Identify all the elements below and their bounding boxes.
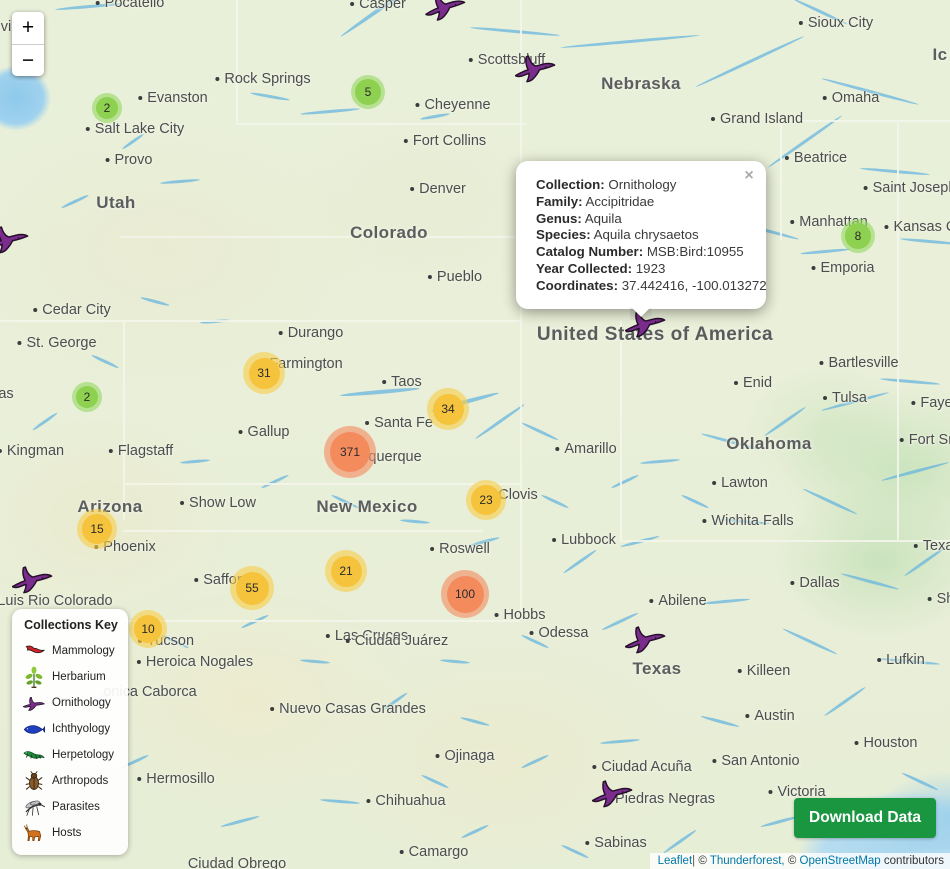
zoom-in-button[interactable]: + — [12, 12, 44, 44]
ornithology-specimen-marker[interactable] — [589, 774, 635, 810]
popup-field-label: Catalog Number: — [536, 244, 644, 260]
mosquito-icon — [22, 796, 46, 818]
deer-icon — [22, 822, 46, 844]
legend-item-herpetology[interactable]: Herpetology — [22, 742, 120, 768]
legend-item-ichthyology[interactable]: Ichthyology — [22, 716, 120, 742]
popup-field-label: Family: — [536, 193, 583, 209]
legend-item-hosts[interactable]: Hosts — [22, 820, 120, 846]
copyright-symbol-2: © — [787, 855, 797, 867]
cluster-marker[interactable]: 8 — [841, 219, 875, 253]
cluster-marker[interactable]: 21 — [325, 550, 367, 592]
cluster-count: 5 — [355, 79, 381, 105]
legend-item-parasites[interactable]: Parasites — [22, 794, 120, 820]
specimen-popup: × Collection: Ornithology Family: Accipit… — [516, 161, 767, 309]
cluster-count: 2 — [96, 97, 118, 119]
cluster-count: 55 — [235, 571, 269, 605]
popup-field-label: Coordinates: — [536, 277, 619, 293]
popup-field-row: Family: Accipitridae — [536, 194, 748, 211]
legend-item-label: Herpetology — [52, 749, 115, 761]
cluster-count: 10 — [134, 615, 162, 643]
collections-key-legend: Collections Key Mammology Herbarium Ornith… — [12, 609, 128, 855]
cluster-marker[interactable]: 34 — [427, 388, 469, 430]
ornithology-specimen-marker[interactable] — [622, 620, 668, 656]
cluster-count: 34 — [432, 393, 464, 425]
cluster-marker[interactable]: 31 — [243, 352, 285, 394]
attribution-separator: | — [692, 855, 696, 867]
legend-item-label: Mammology — [52, 645, 115, 657]
bat-icon — [22, 640, 46, 662]
hummingbird-icon — [22, 692, 46, 714]
cluster-count: 100 — [446, 575, 484, 613]
popup-tip — [630, 308, 652, 320]
popup-field-label: Year Collected: — [536, 260, 633, 276]
popup-field-value: Aquila — [581, 210, 622, 226]
popup-field-value: MSB:Bird:10955 — [643, 244, 744, 260]
cluster-count: 15 — [82, 514, 112, 544]
cluster-marker[interactable]: 23 — [466, 480, 506, 520]
cluster-count: 31 — [248, 357, 280, 389]
ornithology-specimen-marker[interactable] — [0, 220, 31, 256]
legend-item-label: Parasites — [52, 801, 100, 813]
fish-icon — [22, 718, 46, 740]
zoom-control[interactable]: + − — [12, 12, 44, 76]
cluster-count: 8 — [845, 223, 871, 249]
popup-field-label: Genus: — [536, 210, 582, 226]
popup-field-label: Collection: — [536, 177, 605, 192]
popup-field-label: Species: — [536, 227, 591, 243]
popup-field-row: Genus: Aquila — [536, 211, 748, 228]
plant-icon — [22, 666, 46, 688]
popup-field-value: Accipitridae — [582, 193, 655, 209]
popup-field-row: Catalog Number: MSB:Bird:10955 — [536, 244, 748, 261]
legend-item-label: Hosts — [52, 827, 82, 839]
popup-field-value: 1923 — [632, 260, 666, 276]
cluster-count: 23 — [471, 485, 501, 515]
cluster-marker[interactable]: 2 — [72, 382, 102, 412]
legend-item-arthropods[interactable]: Arthropods — [22, 768, 120, 794]
map-attribution: Leaflet| © Thunderforest, © OpenStreetMa… — [649, 853, 950, 869]
legend-item-herbarium[interactable]: Herbarium — [22, 664, 120, 690]
hydrography-layer — [0, 0, 950, 869]
thunderforest-link[interactable]: Thunderforest, — [710, 855, 785, 867]
cluster-marker[interactable]: 2 — [92, 93, 122, 123]
cluster-count: 371 — [330, 432, 370, 472]
legend-item-ornithology[interactable]: Ornithology — [22, 690, 120, 716]
legend-item-label: Ichthyology — [52, 723, 111, 735]
legend-item-mammology[interactable]: Mammology — [22, 638, 120, 664]
cluster-marker[interactable]: 15 — [77, 509, 117, 549]
ornithology-specimen-marker[interactable] — [9, 560, 55, 596]
legend-item-label: Ornithology — [52, 697, 111, 709]
cluster-marker[interactable]: 371 — [324, 426, 376, 478]
popup-field-row: Collection: Ornithology — [536, 177, 748, 194]
cluster-count: 21 — [330, 555, 362, 587]
legend-item-label: Arthropods — [52, 775, 109, 787]
download-data-button[interactable]: Download Data — [794, 798, 936, 838]
openstreetmap-link[interactable]: OpenStreetMap — [800, 855, 881, 867]
cluster-count: 2 — [76, 386, 98, 408]
legend-item-label: Herbarium — [52, 671, 106, 683]
popup-field-row: Species: Aquila chrysaetos — [536, 227, 748, 244]
popup-field-value: 37.442416, -100.013272 — [618, 277, 767, 293]
popup-close-icon[interactable]: × — [741, 167, 757, 183]
beetle-icon — [22, 770, 46, 792]
contributors-text: contributors — [883, 855, 944, 867]
map-container[interactable]: Pocatello vi Casper Sioux City Rock Springs S… — [0, 0, 950, 869]
popup-field-row: Year Collected: 1923 — [536, 261, 748, 278]
zoom-out-button[interactable]: − — [12, 44, 44, 76]
lizard-icon — [22, 744, 46, 766]
cluster-marker[interactable]: 55 — [230, 566, 274, 610]
popup-field-value: Aquila chrysaetos — [590, 227, 699, 243]
legend-title: Collections Key — [24, 618, 118, 632]
popup-field-row: Coordinates: 37.442416, -100.013272 — [536, 277, 767, 295]
cluster-marker[interactable]: 100 — [441, 570, 489, 618]
copyright-symbol-1: © — [698, 855, 707, 867]
popup-field-value: Ornithology — [604, 177, 677, 192]
cluster-marker[interactable]: 5 — [351, 75, 385, 109]
leaflet-link[interactable]: Leaflet — [658, 855, 693, 867]
cluster-marker[interactable]: 10 — [129, 610, 167, 648]
ornithology-specimen-marker[interactable] — [512, 49, 558, 85]
